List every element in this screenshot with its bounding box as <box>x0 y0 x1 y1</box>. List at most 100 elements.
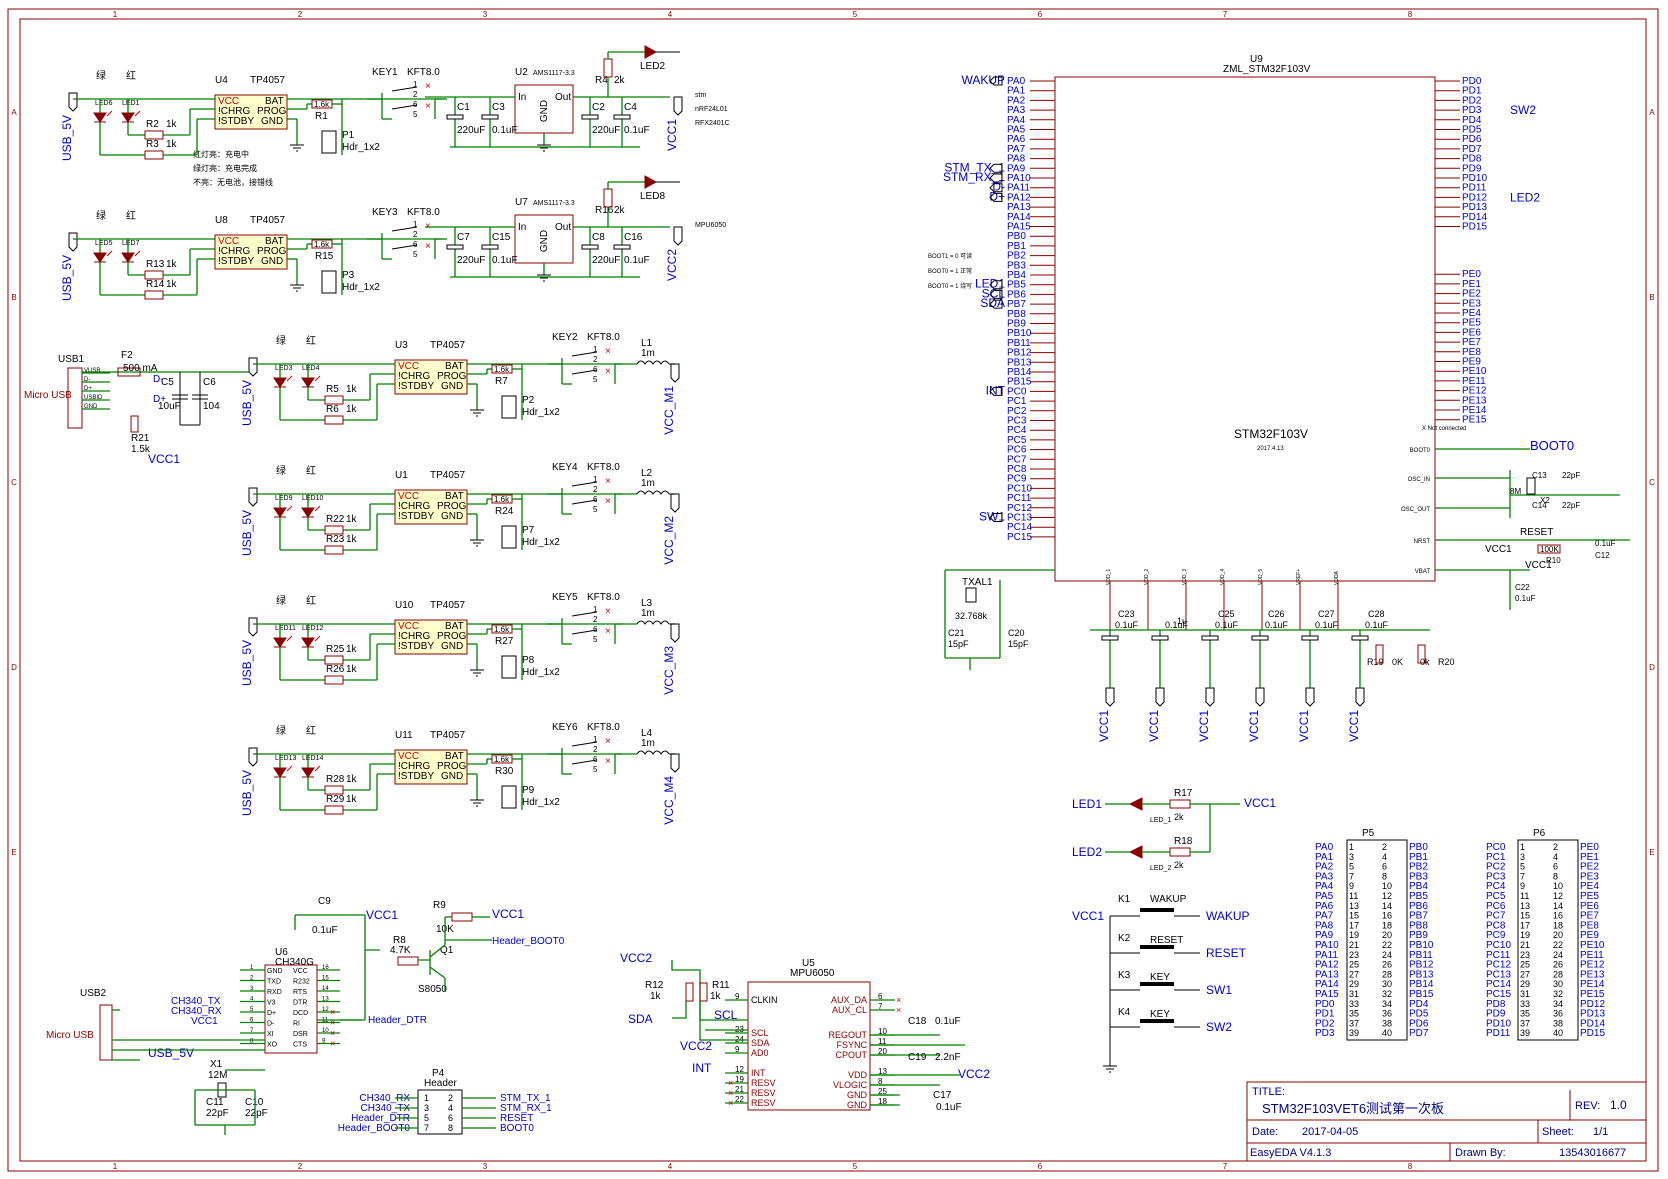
sheet-value: 1/1 <box>1593 1126 1608 1138</box>
switch-pin: 2 <box>593 615 598 624</box>
pin-number: 17 <box>1349 920 1359 930</box>
pin-number: 36 <box>1382 1009 1392 1019</box>
prog-resistor-value: 1.6k <box>494 625 510 634</box>
boot-note: BOOT0 = 1 正常 <box>928 267 972 275</box>
decap-vcc-flag-text: VCC1 <box>1197 710 1211 742</box>
resistor-b-ref: R23 <box>326 534 345 545</box>
mpu-pin-VLOGIC-6: VLOGIC <box>833 1080 868 1090</box>
pin-gnd: GND <box>441 511 463 522</box>
resistor <box>144 150 164 160</box>
pin-number: 33 <box>1520 999 1530 1009</box>
usb1-dp: D+ <box>153 394 166 405</box>
decap-vcc-flag: VCC1 <box>1147 687 1165 742</box>
header-body <box>501 395 517 419</box>
pin-stdby: !STDBY <box>218 256 254 267</box>
vcc-motor-flag-text: VCC_M4 <box>662 776 676 825</box>
pin-number: 11 <box>1349 891 1358 901</box>
regulator-U7: U7 AMS1117-3.3 In Out GND C7 220uF C15 0.1uF C8 22… <box>425 175 726 282</box>
header-ref: P8 <box>522 655 535 666</box>
led-green <box>273 505 293 518</box>
label-green: 绿 <box>276 334 286 347</box>
resistor-a-value: 1k <box>346 774 358 785</box>
header-dtr-net: Header_DTR <box>368 1015 427 1026</box>
key-net-RESET: RESET <box>1206 946 1247 960</box>
decap-vcc-flag: VCC1 <box>1247 687 1265 742</box>
charger-U11: U11 TP4057VCC!CHRG!STDBYBATPROGGND绿 红LED13… <box>240 722 680 825</box>
resistor-b-value: 1k <box>346 534 358 545</box>
usb-5v-flag-text: USB_5V <box>60 115 74 161</box>
pin-number: 7 <box>1349 871 1354 881</box>
nc-marker: × <box>605 346 611 357</box>
pin-number: 33 <box>1349 999 1359 1009</box>
resistor-b-value: 1k <box>346 664 358 675</box>
nc-marker: × <box>896 995 901 1005</box>
c17-value: 0.1uF <box>936 1102 962 1113</box>
mcu-vdd-pin: VDD_2 <box>1144 569 1150 585</box>
switch-pin: 1 <box>593 735 598 744</box>
kft-label: KFT8.0 <box>587 722 620 733</box>
decap-vcc-flag-text: VCC1 <box>1297 710 1311 742</box>
indicator-led <box>644 45 658 59</box>
charge-status-note: 不亮：无电池，接错线 <box>193 177 273 187</box>
drawn-value: 13543016677 <box>1559 1147 1626 1159</box>
c6-ref: C6 <box>203 377 216 388</box>
capacitor-value: 0.1uF <box>624 125 650 136</box>
capacitor-ref: C7 <box>457 232 470 243</box>
key-ref: KEY1 <box>372 67 398 78</box>
prog-resistor-ref: R7 <box>495 376 508 387</box>
pin-number: 27 <box>1349 969 1359 979</box>
prog-resistor-value: 1.6k <box>314 100 330 109</box>
usb1-dm: D- <box>153 374 164 385</box>
pin-number: 31 <box>1520 989 1530 999</box>
switch-pin: 5 <box>413 250 418 259</box>
c6-value: 104 <box>203 401 220 412</box>
pin-number: 2 <box>448 1093 453 1103</box>
usb-5v-flag: USB_5V <box>240 487 258 556</box>
header-ref: P7 <box>522 525 535 536</box>
c11-ref: C11 <box>206 1097 224 1108</box>
indicator-led-ref: LED8 <box>640 191 665 202</box>
decap <box>1151 635 1169 641</box>
pin-number: 15 <box>322 976 329 982</box>
c12-value: 0.1uF <box>1595 539 1616 548</box>
usb1-vcc: VCC1 <box>148 452 180 466</box>
resistor-b-ref: R14 <box>146 279 165 290</box>
led-red-ref: LED7 <box>122 240 140 247</box>
drawn-label: Drawn By: <box>1455 1147 1506 1159</box>
zone-col-bottom: 8 <box>1408 1162 1413 1171</box>
decap-vcc-flag-text: VCC1 <box>1247 710 1261 742</box>
pin-number: 32 <box>1382 989 1392 999</box>
ch340-pin-R232: R232 <box>293 979 310 986</box>
switch-pin: 2 <box>593 485 598 494</box>
regulator-note: nRF24L01 <box>695 106 728 113</box>
zone-col-top: 1 <box>113 10 118 19</box>
tp4057-part: TP4057 <box>250 75 285 86</box>
f2-ref: F2 <box>121 350 133 361</box>
decap-ref: C25 <box>1218 609 1235 619</box>
switch-pin: 2 <box>593 355 598 364</box>
c13-value: 22pF <box>1562 471 1580 480</box>
usb-5v-flag-text: USB_5V <box>240 640 254 686</box>
pin-number: 40 <box>1553 1028 1563 1038</box>
ch340-block: U6 CH340G GND1TXD2RXD3V34D+5D-6XI7XO8VCC… <box>46 896 565 1135</box>
mpu6050-block: U5 MPU6050 CLKIN9SCL23SDA24AD09INT12RESV… <box>620 951 990 1113</box>
reset-net: RESET <box>1520 527 1553 538</box>
r11-value: 1k <box>710 991 722 1002</box>
zone-row-left: E <box>11 848 16 857</box>
resistor <box>144 130 164 140</box>
capacitor <box>446 114 464 120</box>
status-leds: LED1 LED_1 R17 2k LED2 LED_2 R18 2k VCC1 <box>1072 788 1276 872</box>
c14-ref: C14 <box>1532 501 1547 510</box>
pin-number: 34 <box>1382 999 1392 1009</box>
pin-gnd: GND <box>441 641 463 652</box>
ch340-pin-XI: XI <box>267 1031 274 1038</box>
mcu-net-LED2: LED2 <box>1510 190 1540 204</box>
mcu-vdd-pin: VDD_3 <box>1182 569 1188 585</box>
pin-number: 23 <box>1349 950 1359 960</box>
pin-gnd: GND <box>441 381 463 392</box>
led-red <box>121 110 141 123</box>
r19-value: 0K <box>1392 657 1403 667</box>
pin-number: 37 <box>1349 1018 1359 1028</box>
label-red: 红 <box>306 594 316 607</box>
q1-value: S8050 <box>418 984 447 995</box>
